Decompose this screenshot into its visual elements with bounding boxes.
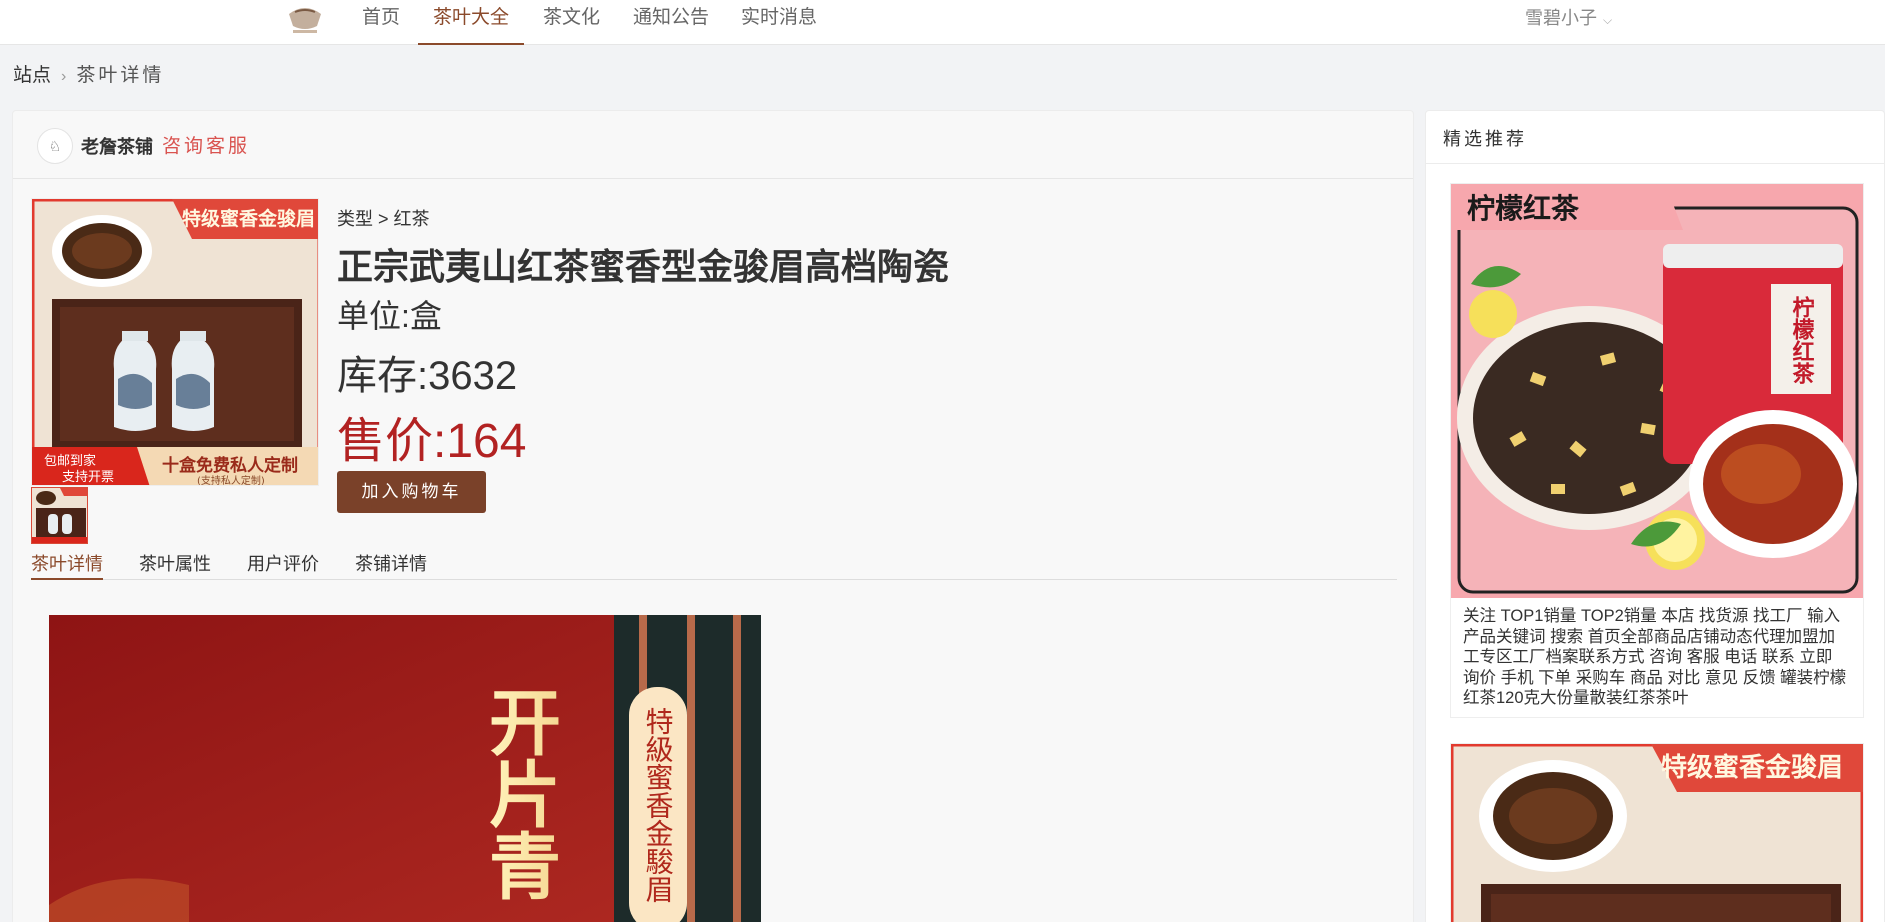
lemon-tea-banner-text: 柠檬红茶	[1467, 192, 1580, 225]
image-badge-2: 支持开票	[62, 470, 114, 485]
lemon-tea-description[interactable]: 关注 TOP1销量 TOP2销量 本店 找货源 找工厂 输入产品关键词 搜索 首…	[1451, 598, 1863, 717]
tab-user-reviews[interactable]: 用户评价	[247, 550, 319, 580]
tab-tea-attributes[interactable]: 茶叶属性	[139, 550, 211, 580]
product-thumbnail[interactable]	[31, 487, 88, 544]
image-banner-text: 特级蜜香金骏眉	[182, 207, 315, 230]
detail-image-side-text: 特級蜜香金駿眉	[642, 707, 675, 903]
contact-service-link[interactable]: 咨询客服	[162, 131, 250, 158]
chevron-down-icon: ⌵	[1603, 13, 1613, 27]
image-promo-subtext: (支持私人定制)	[197, 474, 265, 486]
top-navbar: 首页 茶叶大全 茶文化 通知公告 实时消息 雪碧小子 ⌵	[0, 0, 1885, 45]
site-logo[interactable]	[283, 0, 327, 42]
jinjunmei-banner-text: 特级蜜香金骏眉	[1661, 752, 1843, 783]
divider	[1426, 163, 1885, 164]
add-to-cart-button[interactable]: 加入购物车	[337, 471, 486, 513]
product-detail-image: 特級蜜香金駿眉 开片青	[49, 615, 761, 922]
product-stock: 库存:3632	[337, 354, 518, 398]
recommendation-panel: 精选推荐 柠檬红茶 柠檬红茶 关注 TOP1销量 TOP2销量 本店 找货源 找…	[1425, 110, 1885, 922]
shop-header: ♘ 老詹茶铺 咨询客服	[13, 111, 1413, 179]
nav-notices[interactable]: 通知公告	[633, 0, 709, 45]
image-badge-1: 包邮到家	[44, 453, 96, 469]
breadcrumb-current: 茶叶详情	[76, 65, 165, 86]
product-unit: 单位:盒	[337, 298, 442, 334]
chevron-right-icon: ›	[61, 68, 67, 85]
tab-tea-details[interactable]: 茶叶详情	[31, 550, 103, 580]
jar-label-text: 柠檬红茶	[1789, 295, 1815, 384]
jinjunmei-image[interactable]: 特级蜜香金骏眉	[1451, 744, 1863, 922]
user-menu[interactable]: 雪碧小子 ⌵	[1525, 0, 1612, 38]
tab-shop-details[interactable]: 茶铺详情	[355, 550, 427, 580]
product-price: 售价:164	[337, 415, 527, 468]
recommendation-card-lemon-tea[interactable]: 柠檬红茶 柠檬红茶 关注 TOP1销量 TOP2销量 本店 找货源 找工厂 输入…	[1450, 183, 1864, 718]
nav-tea-culture[interactable]: 茶文化	[543, 0, 600, 45]
shop-avatar[interactable]: ♘	[37, 128, 73, 164]
detail-image-main-text: 开片青	[477, 685, 562, 901]
product-tabs: 茶叶详情 茶叶属性 用户评价 茶铺详情	[31, 548, 1397, 580]
product-card: ♘ 老詹茶铺 咨询客服 特级蜜香金骏眉 包邮到家 支持开票 十盒免费私人定制 (…	[12, 110, 1414, 922]
shop-name[interactable]: 老詹茶铺	[81, 133, 153, 159]
breadcrumb-root[interactable]: 站点	[13, 65, 51, 86]
recommendation-card-jinjunmei[interactable]: 特级蜜香金骏眉	[1450, 743, 1864, 922]
nav-home[interactable]: 首页	[362, 0, 400, 45]
nav-tea-catalog[interactable]: 茶叶大全	[418, 0, 524, 45]
product-main-image[interactable]: 特级蜜香金骏眉 包邮到家 支持开票 十盒免费私人定制 (支持私人定制)	[31, 198, 319, 486]
product-title: 正宗武夷山红茶蜜香型金骏眉高档陶瓷	[337, 246, 950, 287]
nav-live-messages[interactable]: 实时消息	[741, 0, 817, 45]
breadcrumb: 站点 › 茶叶详情	[13, 60, 164, 87]
recommendation-title: 精选推荐	[1443, 129, 1527, 149]
product-type-path[interactable]: 类型 > 红茶	[337, 205, 430, 231]
image-promo-text: 十盒免费私人定制	[162, 455, 298, 476]
lemon-tea-image[interactable]: 柠檬红茶 柠檬红茶	[1451, 184, 1863, 598]
user-name: 雪碧小子	[1525, 8, 1597, 28]
